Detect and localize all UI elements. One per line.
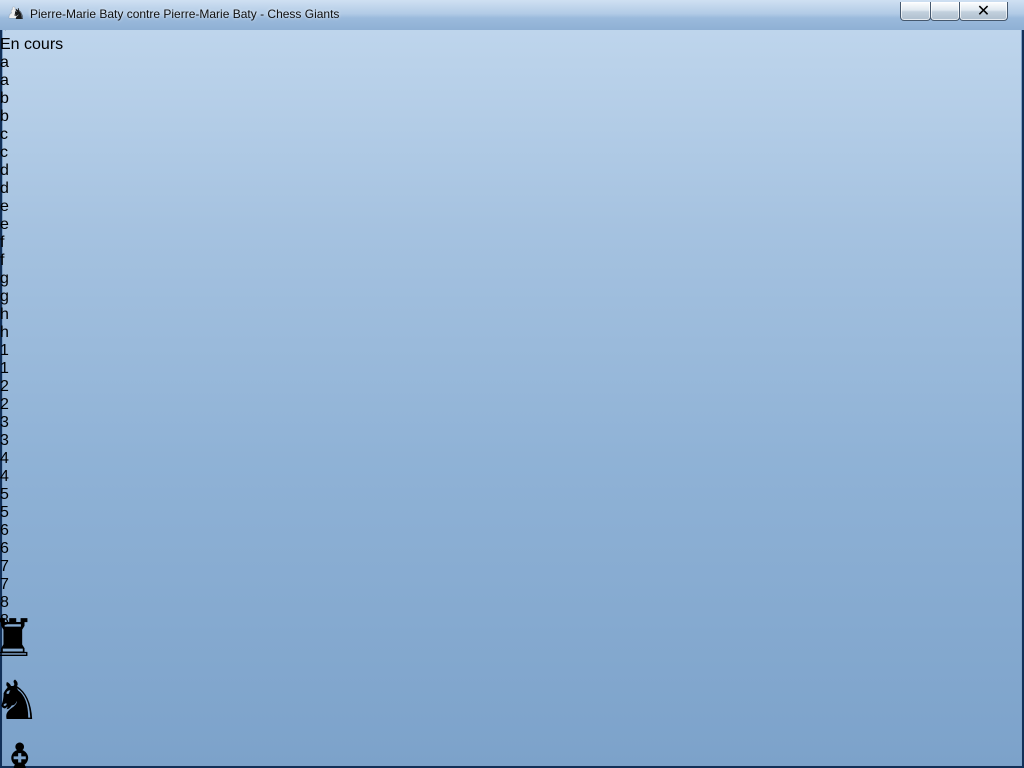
rank-label-left-7: 7 (0, 558, 1024, 576)
chess-board: aabbccddeeffgghh1122334455667788♜♞♝♛♚♝♞♜… (0, 54, 1024, 768)
rank-label-right-4: 4 (0, 468, 1024, 486)
rank-label-left-5: 5 (0, 486, 1024, 504)
rank-label-left-3: 3 (0, 414, 1024, 432)
piece-black-knight-b8[interactable]: ♞ (0, 669, 1017, 732)
app-window: ♟ ♞ Pierre-Marie Baty contre Pierre-Mari… (0, 0, 1024, 768)
window-title: Pierre-Marie Baty contre Pierre-Marie Ba… (30, 7, 339, 21)
rank-label-left-4: 4 (0, 450, 1024, 468)
file-label-top-e: e (0, 198, 1024, 216)
close-icon: ✕ (977, 1, 990, 21)
close-button[interactable]: ✕ (959, 2, 1008, 21)
file-label-bottom-h: h (0, 324, 1024, 342)
app-chess-icon: ♟ ♞ (9, 6, 27, 24)
file-label-bottom-e: e (0, 216, 1024, 234)
minimize-button[interactable] (900, 2, 931, 21)
titlebar: ♟ ♞ Pierre-Marie Baty contre Pierre-Mari… (0, 0, 1024, 30)
file-label-bottom-b: b (0, 108, 1024, 126)
file-label-top-h: h (0, 306, 1024, 324)
rank-label-right-7: 7 (0, 576, 1024, 594)
file-label-top-d: d (0, 162, 1024, 180)
file-label-bottom-c: c (0, 144, 1024, 162)
file-label-top-a: a (0, 54, 1024, 72)
window-content: ← En cours aabbccddeeffgghh1122334455667… (0, 18, 1024, 768)
game-status-label: En cours (0, 36, 1024, 54)
file-label-bottom-g: g (0, 288, 1024, 306)
rank-label-right-5: 5 (0, 504, 1024, 522)
window-controls: ✕ (900, 2, 1008, 21)
piece-black-bishop-c8[interactable]: ♝ (0, 732, 1020, 768)
file-label-top-b: b (0, 90, 1024, 108)
rank-label-left-1: 1 (0, 342, 1024, 360)
rank-label-left-6: 6 (0, 522, 1024, 540)
file-label-bottom-a: a (0, 72, 1024, 90)
file-label-top-c: c (0, 126, 1024, 144)
rank-label-right-6: 6 (0, 540, 1024, 558)
rank-label-right-2: 2 (0, 396, 1024, 414)
file-label-top-g: g (0, 270, 1024, 288)
rank-label-right-3: 3 (0, 432, 1024, 450)
piece-black-rook-a8[interactable]: ♜ (0, 609, 1014, 669)
rank-label-left-2: 2 (0, 378, 1024, 396)
file-label-bottom-f: f (0, 252, 1024, 270)
rank-label-right-1: 1 (0, 360, 1024, 378)
maximize-button[interactable] (930, 2, 960, 21)
file-label-top-f: f (0, 234, 1024, 252)
file-label-bottom-d: d (0, 180, 1024, 198)
board-layer: aabbccddeeffgghh1122334455667788♜♞♝♛♚♝♞♜… (0, 54, 1024, 768)
